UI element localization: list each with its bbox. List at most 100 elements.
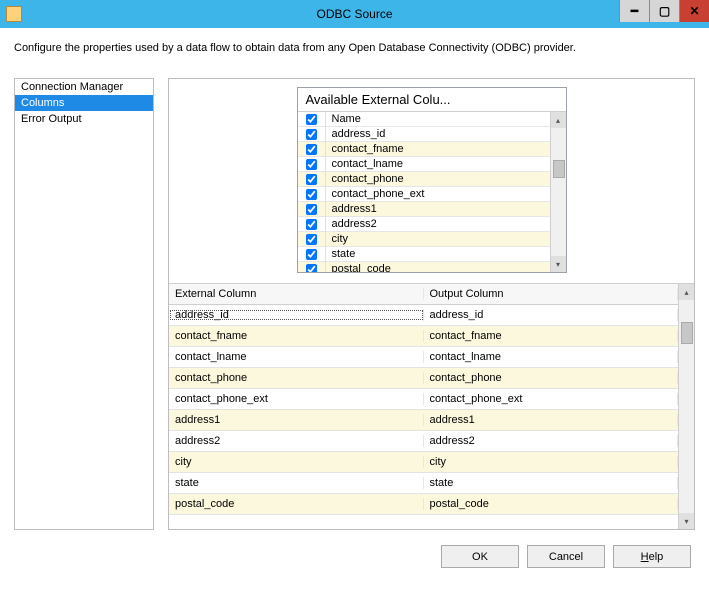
- mapping-row[interactable]: statestate: [169, 473, 678, 494]
- dialog-content: Configure the properties used by a data …: [0, 28, 709, 530]
- output-column-cell[interactable]: address2: [424, 435, 679, 447]
- external-column-header[interactable]: External Column: [169, 288, 424, 300]
- available-scrollbar[interactable]: ▴ ▾: [550, 112, 566, 272]
- available-columns-title: Available External Colu...: [298, 88, 566, 112]
- available-row[interactable]: contact_phone_ext: [298, 187, 550, 202]
- column-checkbox[interactable]: [306, 264, 317, 273]
- column-name: state: [326, 248, 550, 260]
- output-column-header[interactable]: Output Column: [424, 288, 679, 300]
- available-header-row: Name: [298, 112, 550, 127]
- column-checkbox[interactable]: [306, 159, 317, 170]
- dialog-description: Configure the properties used by a data …: [14, 42, 695, 54]
- external-column-cell[interactable]: contact_phone: [169, 372, 424, 384]
- mapping-row[interactable]: address_idaddress_id: [169, 305, 678, 326]
- available-row[interactable]: contact_fname: [298, 142, 550, 157]
- available-columns-box: Available External Colu... Name address_i…: [297, 87, 567, 273]
- available-row[interactable]: contact_lname: [298, 157, 550, 172]
- available-columns-wrap: Available External Colu... Name address_i…: [169, 79, 694, 283]
- column-name: city: [326, 233, 550, 245]
- mapping-grid-wrap: External ColumnOutput Columnaddress_idad…: [169, 283, 694, 529]
- column-name: address1: [326, 203, 550, 215]
- external-column-cell[interactable]: state: [169, 477, 424, 489]
- main-panel: Available External Colu... Name address_i…: [168, 78, 695, 530]
- dialog-body: Connection ManagerColumnsError Output Av…: [14, 78, 695, 530]
- page-nav: Connection ManagerColumnsError Output: [14, 78, 154, 530]
- column-checkbox[interactable]: [306, 204, 317, 215]
- scroll-thumb[interactable]: [553, 160, 565, 178]
- column-name: address_id: [326, 128, 550, 140]
- available-row[interactable]: postal_code: [298, 262, 550, 272]
- mapping-row[interactable]: address2address2: [169, 431, 678, 452]
- mapping-row[interactable]: postal_codepostal_code: [169, 494, 678, 515]
- column-name: address2: [326, 218, 550, 230]
- external-column-cell[interactable]: contact_lname: [169, 351, 424, 363]
- column-name: postal_code: [326, 263, 550, 272]
- scroll-thumb[interactable]: [681, 322, 693, 344]
- cancel-button[interactable]: Cancel: [527, 545, 605, 568]
- external-column-cell[interactable]: contact_phone_ext: [169, 393, 424, 405]
- column-checkbox[interactable]: [306, 129, 317, 140]
- output-column-cell[interactable]: address1: [424, 414, 679, 426]
- output-column-cell[interactable]: contact_lname: [424, 351, 679, 363]
- column-checkbox[interactable]: [306, 174, 317, 185]
- mapping-grid: External ColumnOutput Columnaddress_idad…: [169, 284, 678, 529]
- available-row[interactable]: address1: [298, 202, 550, 217]
- mapping-header-row: External ColumnOutput Column: [169, 284, 678, 305]
- nav-item-error-output[interactable]: Error Output: [15, 111, 153, 127]
- scroll-down-icon[interactable]: ▾: [551, 256, 566, 272]
- column-checkbox[interactable]: [306, 219, 317, 230]
- scroll-up-icon[interactable]: ▴: [551, 112, 566, 128]
- close-button[interactable]: ✕: [679, 0, 709, 22]
- column-checkbox[interactable]: [306, 189, 317, 200]
- mapping-row[interactable]: address1address1: [169, 410, 678, 431]
- nav-item-columns[interactable]: Columns: [15, 95, 153, 111]
- mapping-scrollbar[interactable]: ▴ ▾: [678, 284, 694, 529]
- mapping-row[interactable]: contact_fnamecontact_fname: [169, 326, 678, 347]
- available-columns-list: Name address_id contact_fname contact_lname…: [298, 112, 550, 272]
- column-checkbox[interactable]: [306, 144, 317, 155]
- mapping-row[interactable]: contact_phonecontact_phone: [169, 368, 678, 389]
- available-columns-body: Name address_id contact_fname contact_lname…: [298, 112, 566, 272]
- output-column-cell[interactable]: contact_phone_ext: [424, 393, 679, 405]
- external-column-cell[interactable]: postal_code: [169, 498, 424, 510]
- available-header-label: Name: [326, 113, 550, 125]
- external-column-cell[interactable]: address_id: [169, 309, 424, 321]
- app-icon: [6, 6, 22, 22]
- column-name: contact_phone: [326, 173, 550, 185]
- available-row[interactable]: contact_phone: [298, 172, 550, 187]
- minimize-button[interactable]: ━: [619, 0, 649, 22]
- output-column-cell[interactable]: contact_fname: [424, 330, 679, 342]
- column-name: contact_fname: [326, 143, 550, 155]
- output-column-cell[interactable]: postal_code: [424, 498, 679, 510]
- nav-item-connection-manager[interactable]: Connection Manager: [15, 79, 153, 95]
- title-bar: ODBC Source ━ ▢ ✕: [0, 0, 709, 28]
- help-label-rest: elp: [649, 551, 664, 563]
- external-column-cell[interactable]: address1: [169, 414, 424, 426]
- output-column-cell[interactable]: address_id: [424, 309, 679, 321]
- external-column-cell[interactable]: address2: [169, 435, 424, 447]
- window-buttons: ━ ▢ ✕: [619, 0, 709, 28]
- mapping-row[interactable]: citycity: [169, 452, 678, 473]
- scroll-up-icon[interactable]: ▴: [679, 284, 694, 300]
- window-title: ODBC Source: [316, 7, 392, 21]
- help-button[interactable]: Help: [613, 545, 691, 568]
- external-column-cell[interactable]: city: [169, 456, 424, 468]
- column-checkbox[interactable]: [306, 249, 317, 260]
- ok-button[interactable]: OK: [441, 545, 519, 568]
- button-bar: OK Cancel Help: [0, 530, 709, 580]
- available-row[interactable]: city: [298, 232, 550, 247]
- output-column-cell[interactable]: state: [424, 477, 679, 489]
- available-row[interactable]: address2: [298, 217, 550, 232]
- select-all-checkbox[interactable]: [306, 114, 317, 125]
- output-column-cell[interactable]: contact_phone: [424, 372, 679, 384]
- available-row[interactable]: state: [298, 247, 550, 262]
- maximize-button[interactable]: ▢: [649, 0, 679, 22]
- mapping-row[interactable]: contact_phone_extcontact_phone_ext: [169, 389, 678, 410]
- output-column-cell[interactable]: city: [424, 456, 679, 468]
- external-column-cell[interactable]: contact_fname: [169, 330, 424, 342]
- mapping-row[interactable]: contact_lnamecontact_lname: [169, 347, 678, 368]
- column-checkbox[interactable]: [306, 234, 317, 245]
- scroll-down-icon[interactable]: ▾: [679, 513, 694, 529]
- available-row[interactable]: address_id: [298, 127, 550, 142]
- column-name: contact_phone_ext: [326, 188, 550, 200]
